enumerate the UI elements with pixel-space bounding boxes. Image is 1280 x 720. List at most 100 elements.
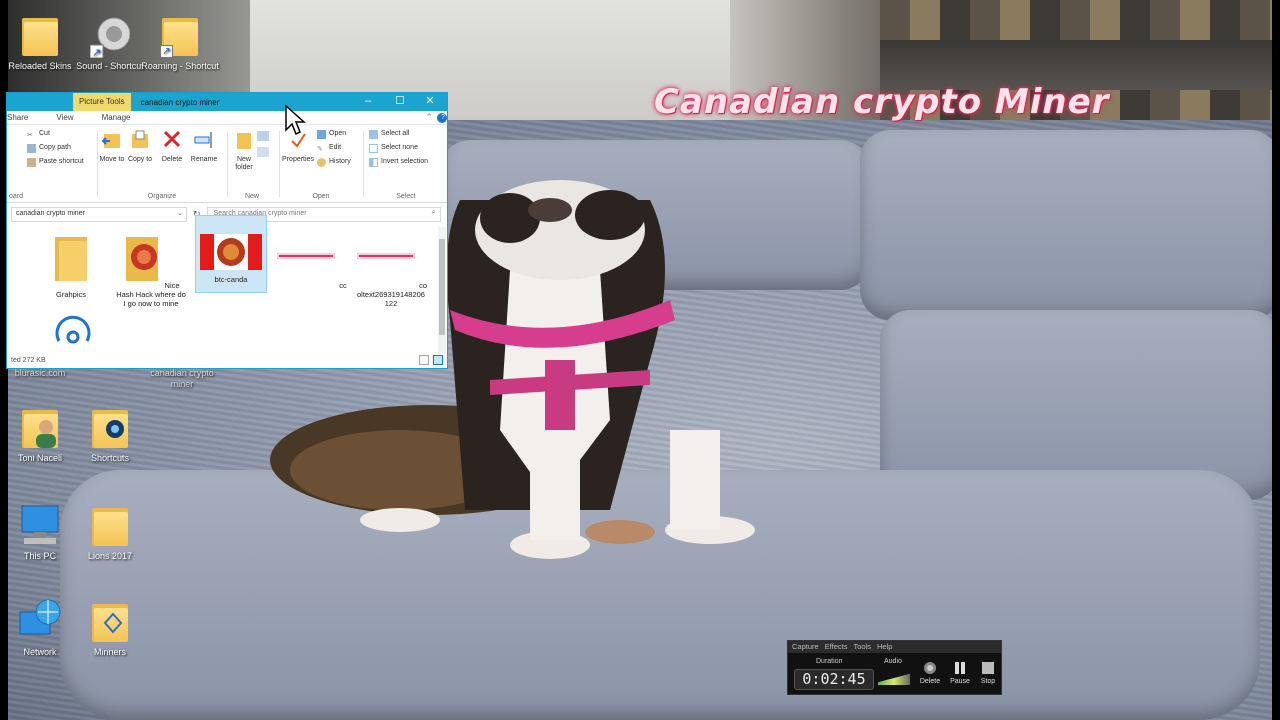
help-icon[interactable]: ? bbox=[437, 112, 447, 123]
file-item-btc-canda[interactable]: btc-canda bbox=[195, 215, 267, 293]
pause-button[interactable]: Pause bbox=[948, 661, 972, 685]
copy-path-icon bbox=[27, 143, 36, 153]
speaker-icon: ↗ bbox=[90, 17, 130, 58]
select-group: Select all Select none Invert selection … bbox=[365, 125, 447, 203]
tab-view[interactable]: View bbox=[38, 113, 83, 122]
scrollbar-thumb[interactable] bbox=[439, 239, 445, 335]
folder-icon bbox=[55, 237, 87, 281]
paste-shortcut-button[interactable]: Paste shortcut bbox=[27, 156, 84, 168]
tab-manage[interactable]: Manage bbox=[84, 113, 141, 122]
copy-path-button[interactable]: Copy path bbox=[27, 142, 71, 154]
file-item-grahpics[interactable]: Grahpics bbox=[35, 231, 107, 307]
invert-selection-label: Invert selection bbox=[381, 158, 429, 165]
picture-tools-tab[interactable]: Picture Tools bbox=[73, 93, 131, 111]
address-path: canadian crypto miner bbox=[16, 209, 85, 217]
select-group-label: Select bbox=[396, 193, 416, 200]
desktop-icon-lions-2017[interactable]: Lions 2017 bbox=[70, 502, 150, 562]
open-button[interactable]: Open bbox=[317, 128, 346, 140]
delete-recording-label: Delete bbox=[919, 678, 941, 685]
explorer-titlebar[interactable]: Picture Tools canadian crypto miner – ☐ … bbox=[7, 93, 447, 111]
stop-label: Stop bbox=[980, 678, 996, 685]
file-item-nice-hash[interactable]: Nice Hash Hack where do I go now to mine bbox=[115, 231, 187, 315]
copy-path-label: Copy path bbox=[39, 144, 71, 151]
desktop-icon-network[interactable]: Network bbox=[0, 598, 80, 658]
organize-group-label: Organize bbox=[147, 193, 177, 200]
menu-effects[interactable]: Effects bbox=[825, 642, 848, 652]
duration-display: 0:02:45 bbox=[794, 669, 874, 690]
file-name: cooltext269319148206122 bbox=[357, 281, 428, 308]
screen-recorder-widget[interactable]: Capture Effects Tools Help Duration 0:02… bbox=[787, 640, 1002, 695]
desktop-icon-canadian-crypto-miner[interactable]: canadian crypto miner bbox=[142, 368, 222, 390]
copy-to-button[interactable]: Copy to bbox=[125, 129, 155, 164]
chevron-down-icon[interactable]: ⌄ bbox=[177, 209, 183, 217]
select-none-button[interactable]: Select none bbox=[369, 142, 418, 154]
file-item-cooltext[interactable]: cooltext269319148206122 bbox=[355, 231, 427, 311]
menu-capture[interactable]: Capture bbox=[792, 642, 819, 652]
clipboard-group-label: oard bbox=[9, 193, 24, 200]
rename-button[interactable]: Rename bbox=[189, 129, 219, 164]
tab-share[interactable]: Share bbox=[7, 113, 38, 122]
folder-icon bbox=[90, 502, 130, 548]
ribbon-tabs: Share View Manage ⌃ ? bbox=[7, 111, 447, 125]
menu-help[interactable]: Help bbox=[877, 642, 892, 652]
desktop-icon-roaming-shortcut[interactable]: ↗ Roaming - Shortcut bbox=[140, 12, 220, 72]
rename-label: Rename bbox=[190, 156, 218, 163]
large-icons-view-icon[interactable] bbox=[433, 355, 443, 365]
desktop-icon-label: Network bbox=[23, 647, 57, 657]
couch-cushion bbox=[860, 130, 1280, 320]
desktop-icon-shortcuts[interactable]: Shortcuts bbox=[70, 404, 150, 464]
duration-label: Duration bbox=[816, 658, 843, 665]
delete-icon bbox=[163, 130, 181, 148]
recorder-menu: Capture Effects Tools Help bbox=[788, 641, 1001, 653]
move-to-label: Move to bbox=[99, 156, 125, 163]
cut-label: Cut bbox=[39, 130, 50, 137]
new-folder-button[interactable]: New folder bbox=[229, 129, 259, 172]
new-item-icon[interactable] bbox=[257, 131, 269, 141]
paste-shortcut-label: Paste shortcut bbox=[39, 158, 84, 165]
history-button[interactable]: History bbox=[317, 156, 351, 168]
close-button[interactable]: ✕ bbox=[415, 93, 445, 111]
file-item-cc[interactable]: cc bbox=[275, 231, 347, 301]
text-image-icon bbox=[357, 253, 415, 259]
pause-label: Pause bbox=[950, 678, 970, 685]
delete-button[interactable]: Delete bbox=[157, 129, 187, 164]
file-item-app[interactable] bbox=[37, 311, 109, 355]
address-bar[interactable]: canadian crypto miner ⌄ bbox=[11, 206, 187, 222]
desktop-icon-toni-naceli[interactable]: Toni Naceli bbox=[0, 404, 80, 464]
history-icon bbox=[317, 157, 326, 167]
stop-button[interactable]: Stop bbox=[976, 661, 1000, 685]
desktop-icon-blurasic[interactable]: blurasic.com bbox=[0, 368, 80, 379]
maximize-button[interactable]: ☐ bbox=[385, 93, 415, 111]
cut-button[interactable]: ✂ Cut bbox=[27, 128, 50, 140]
desktop-icon-label: Sound - Shortcut bbox=[76, 61, 144, 71]
history-label: History bbox=[329, 158, 351, 165]
desktop-icon-sound-shortcut[interactable]: ↗ Sound - Shortcut bbox=[70, 12, 150, 72]
desktop-icon-label: Minners bbox=[93, 647, 126, 657]
file-name: cc bbox=[339, 281, 347, 290]
desktop-icon-label: Reloaded Skins bbox=[8, 61, 72, 71]
edit-button[interactable]: ✎ Edit bbox=[317, 142, 341, 154]
select-all-button[interactable]: Select all bbox=[369, 128, 409, 140]
move-to-button[interactable]: Move to bbox=[97, 129, 127, 164]
pc-icon bbox=[21, 505, 59, 544]
desktop-icon-this-pc[interactable]: This PC bbox=[0, 502, 80, 562]
vertical-scrollbar[interactable] bbox=[438, 227, 446, 355]
details-view-icon[interactable] bbox=[419, 355, 429, 365]
audio-level-meter[interactable] bbox=[878, 673, 910, 685]
file-explorer-window[interactable]: Picture Tools canadian crypto miner – ☐ … bbox=[6, 92, 448, 369]
delete-recording-button[interactable]: Delete bbox=[918, 661, 942, 685]
easy-access-icon[interactable] bbox=[257, 147, 269, 157]
ribbon-collapse-icon[interactable]: ⌃ bbox=[421, 112, 437, 123]
copy-to-icon bbox=[132, 130, 148, 148]
invert-selection-button[interactable]: Invert selection bbox=[369, 156, 428, 168]
desktop-icon-reloaded-skins[interactable]: Reloaded Skins bbox=[0, 12, 80, 72]
select-all-label: Select all bbox=[381, 130, 410, 137]
menu-tools[interactable]: Tools bbox=[853, 642, 871, 652]
minimize-button[interactable]: – bbox=[353, 93, 383, 111]
status-text: ted 272 KB bbox=[11, 357, 46, 364]
desktop-icon-minners[interactable]: Minners bbox=[70, 598, 150, 658]
letterbox-right bbox=[1272, 0, 1280, 720]
audio-label: Audio bbox=[884, 658, 902, 665]
move-to-icon bbox=[101, 134, 120, 148]
file-list: Grahpics Nice Hash Hack where do I go no… bbox=[7, 215, 447, 355]
